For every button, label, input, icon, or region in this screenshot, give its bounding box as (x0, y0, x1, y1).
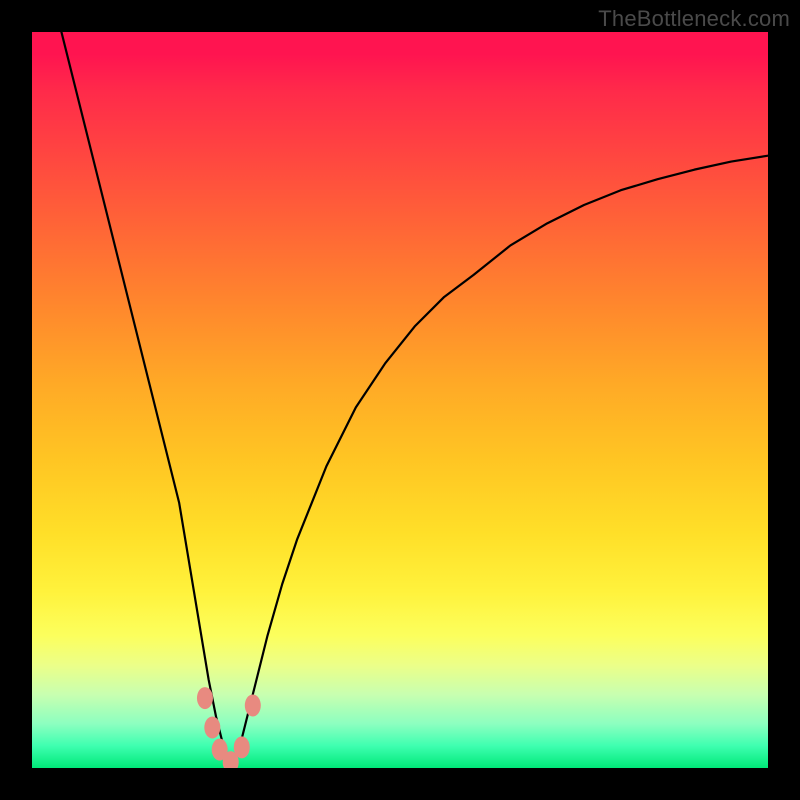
plot-area (32, 32, 768, 768)
curve-marker (245, 694, 261, 716)
curve-marker (197, 687, 213, 709)
bottleneck-curve (61, 32, 768, 764)
curve-marker (204, 717, 220, 739)
curve-marker (234, 736, 250, 758)
watermark-text: TheBottleneck.com (598, 6, 790, 32)
curve-markers (197, 687, 261, 768)
curve-layer (32, 32, 768, 768)
chart-frame: TheBottleneck.com (0, 0, 800, 800)
